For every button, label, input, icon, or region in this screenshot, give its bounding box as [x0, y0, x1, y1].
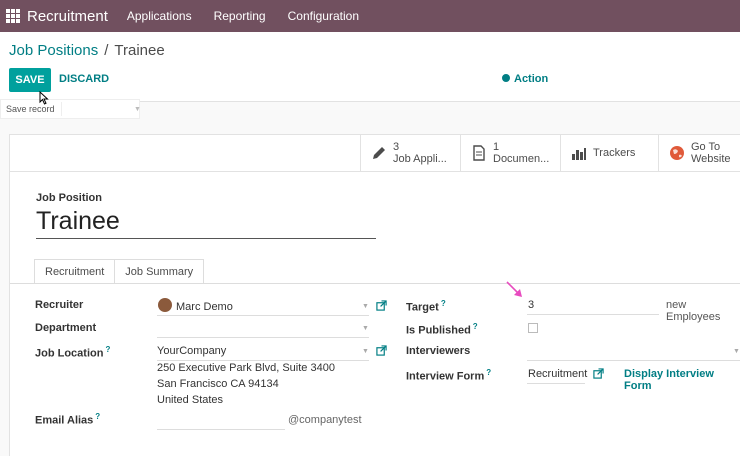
annotation-arrow-icon	[506, 281, 522, 297]
job-position-input[interactable]: Trainee	[36, 205, 376, 239]
interview-form-underline	[527, 383, 585, 384]
save-button[interactable]: SAVE	[9, 68, 51, 92]
documents-button[interactable]: 1 Documen...	[460, 135, 560, 171]
external-link-icon[interactable]	[593, 368, 604, 379]
job-applications-button[interactable]: 3 Job Appli...	[360, 135, 460, 171]
recruiter-field[interactable]: Marc Demo	[176, 301, 233, 313]
address-line-1: 250 Executive Park Blvd, Suite 3400	[157, 362, 335, 374]
address-line-3: United States	[157, 394, 224, 406]
menu-applications[interactable]: Applications	[127, 9, 192, 23]
chevron-down-icon[interactable]: ▼	[362, 303, 369, 310]
header-divider	[10, 171, 740, 172]
target-underline	[527, 314, 659, 315]
mouse-cursor-icon	[39, 91, 49, 105]
globe-icon	[670, 146, 684, 160]
tab-recruitment[interactable]: Recruitment	[34, 259, 116, 284]
smart-button-box: 3 Job Appli... 1 Documen... Trackers Go To…	[360, 135, 740, 171]
recruiter-underline	[157, 315, 369, 316]
save-tooltip: Save record ▼	[0, 99, 141, 119]
job-applications-count: 3	[393, 141, 400, 153]
target-unit: new Employees	[666, 299, 721, 323]
menu-configuration[interactable]: Configuration	[288, 9, 359, 23]
tab-job-summary[interactable]: Job Summary	[114, 259, 205, 284]
bar-chart-icon	[572, 148, 586, 160]
gear-icon	[502, 74, 510, 82]
job-position-label: Job Position	[36, 192, 102, 204]
control-panel: Job Positions / Trainee SAVE DISCARD Actio…	[0, 32, 740, 102]
chevron-down-icon[interactable]: ▼	[362, 348, 369, 355]
action-button[interactable]: Action	[502, 73, 548, 85]
trackers-button[interactable]: Trackers	[560, 135, 658, 171]
chevron-down-icon[interactable]: ▼	[733, 348, 740, 355]
go-to-label: Go To	[691, 141, 721, 153]
interviewers-field[interactable]	[527, 345, 727, 359]
email-alias-underline	[157, 429, 285, 430]
email-alias-field[interactable]	[157, 414, 285, 428]
app-name[interactable]: Recruitment	[27, 8, 108, 25]
job-applications-label: Job Appli...	[393, 153, 447, 165]
menu-reporting[interactable]: Reporting	[214, 9, 266, 23]
chevron-down-icon[interactable]: ▼	[362, 325, 369, 332]
breadcrumb-current: Trainee	[114, 42, 165, 59]
discard-button[interactable]: DISCARD	[59, 73, 109, 85]
chevron-down-icon: ▼	[134, 106, 141, 113]
trackers-label: Trackers	[593, 147, 636, 159]
tab-divider	[10, 283, 740, 284]
department-label: Department	[35, 322, 97, 334]
apps-grid-icon[interactable]	[6, 9, 20, 23]
target-field[interactable]: 3	[528, 299, 534, 311]
tooltip-divider	[61, 102, 62, 116]
go-to-website-button[interactable]: Go To Website	[658, 135, 740, 171]
department-underline	[157, 337, 369, 338]
display-interview-form-link[interactable]: Display Interview Form	[624, 368, 740, 392]
top-navbar: Recruitment Applications Reporting Confi…	[0, 0, 740, 32]
action-label: Action	[514, 73, 549, 85]
target-label: Target?	[406, 299, 446, 314]
external-link-icon[interactable]	[376, 300, 387, 311]
interview-form-field[interactable]: Recruitment	[528, 368, 587, 380]
breadcrumb: Job Positions / Trainee	[9, 42, 165, 59]
tooltip-text: Save record	[6, 104, 55, 114]
job-location-label: Job Location?	[35, 345, 111, 360]
job-location-field[interactable]: YourCompany	[157, 345, 226, 357]
interview-form-label: Interview Form?	[406, 368, 492, 383]
is-published-label: Is Published?	[406, 322, 478, 337]
email-domain: @companytest	[288, 414, 362, 426]
document-icon	[473, 145, 485, 161]
breadcrumb-separator: /	[104, 42, 109, 59]
form-sheet: 3 Job Appli... 1 Documen... Trackers Go To…	[9, 134, 740, 456]
website-label: Website	[691, 153, 731, 165]
breadcrumb-job-positions[interactable]: Job Positions	[9, 42, 98, 59]
email-alias-label: Email Alias?	[35, 412, 101, 427]
interviewers-label: Interviewers	[406, 345, 471, 357]
documents-count: 1	[493, 141, 500, 153]
address-line-2: San Francisco CA 94134	[157, 378, 279, 390]
department-field[interactable]	[157, 322, 357, 336]
job-location-underline	[157, 360, 369, 361]
is-published-checkbox[interactable]	[528, 323, 538, 333]
avatar	[158, 298, 172, 312]
external-link-icon[interactable]	[376, 345, 387, 356]
recruiter-label: Recruiter	[35, 299, 84, 311]
interviewers-underline	[527, 360, 740, 361]
notebook-tabs: Recruitment Job Summary	[34, 259, 205, 284]
pencil-icon	[373, 147, 385, 159]
documents-label: Documen...	[493, 153, 550, 165]
